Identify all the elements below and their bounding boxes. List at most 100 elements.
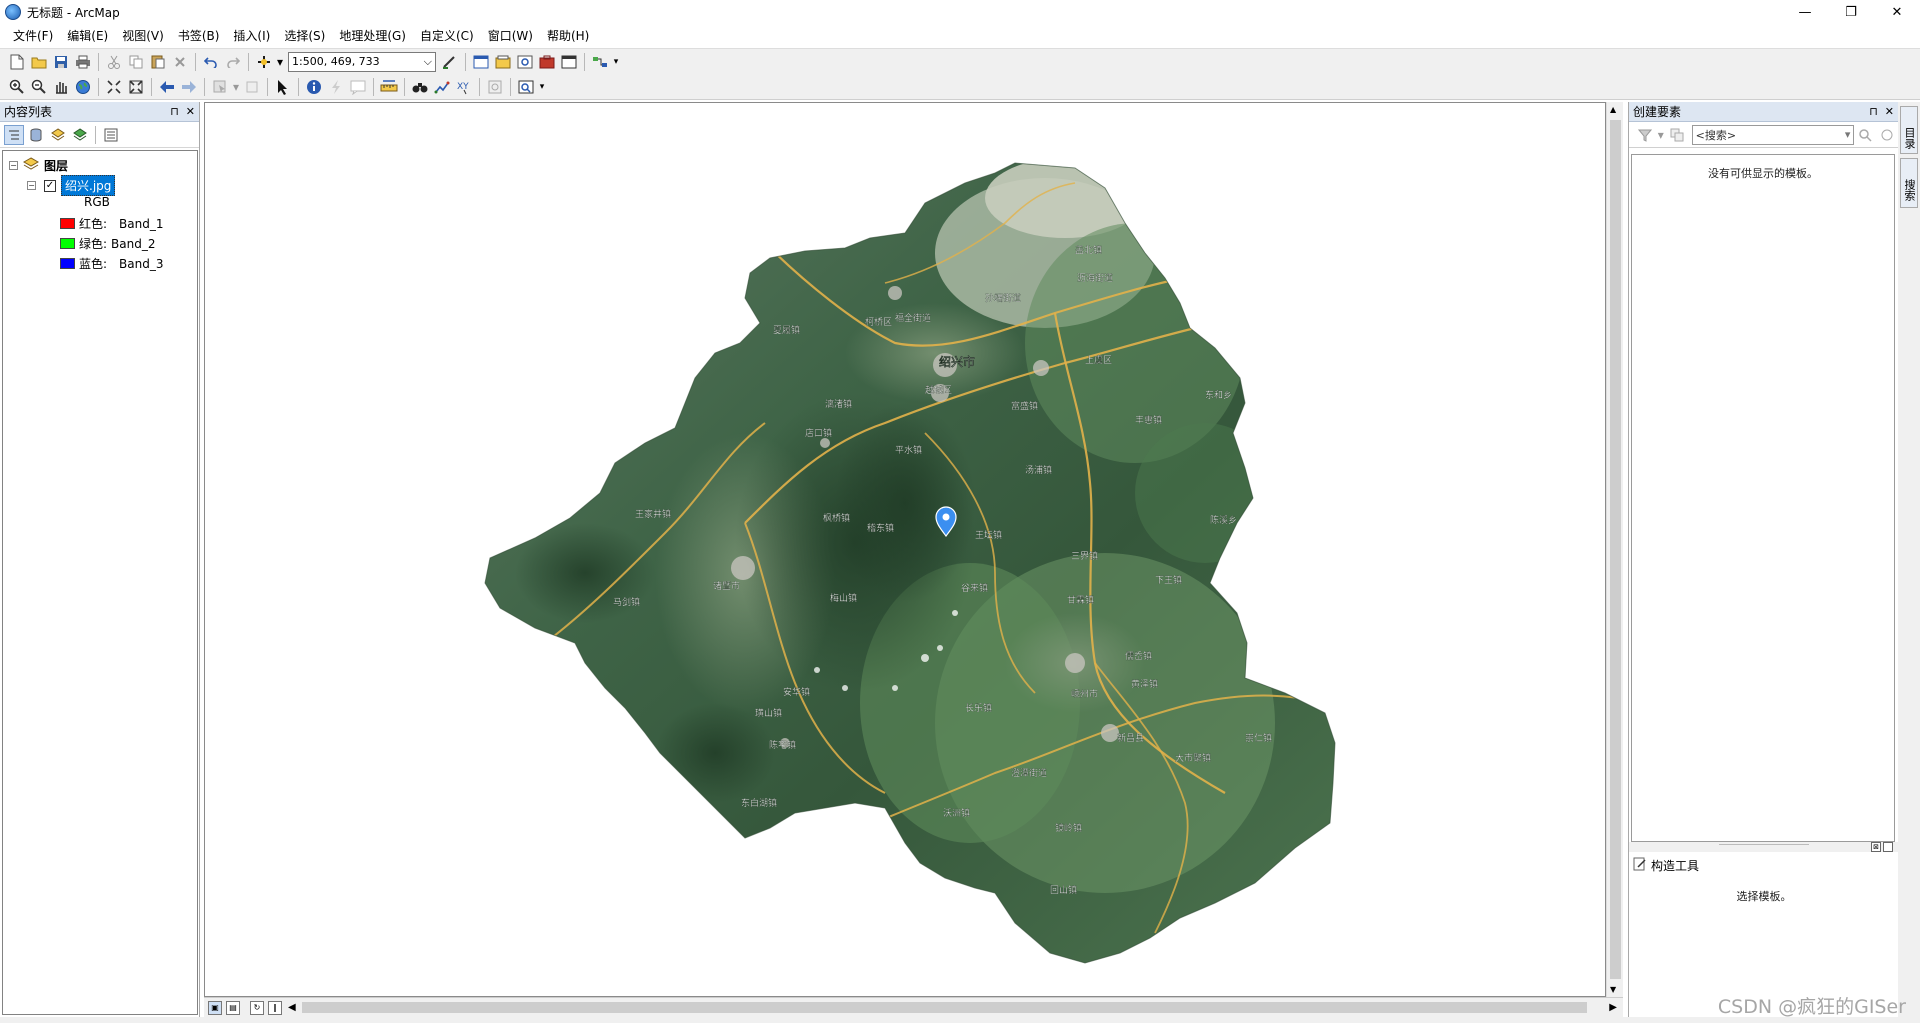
organize-templates-icon[interactable]	[1667, 125, 1687, 145]
scroll-thumb[interactable]	[1610, 120, 1621, 979]
save-icon[interactable]	[51, 52, 71, 72]
pin-icon[interactable]: ⊓	[1869, 105, 1878, 118]
maximize-button[interactable]: ❐	[1828, 0, 1874, 24]
find-binoculars-icon[interactable]	[410, 77, 430, 97]
toolbar-separator	[98, 52, 99, 71]
menu-edit[interactable]: 编辑(E)	[60, 24, 115, 48]
copy-icon[interactable]	[126, 52, 146, 72]
full-extent-globe-icon[interactable]	[73, 77, 93, 97]
hyperlink-lightning-icon[interactable]	[326, 77, 346, 97]
horizontal-scroll-thumb[interactable]	[302, 1002, 1587, 1013]
pin-icon[interactable]: ⊓	[170, 105, 179, 118]
redo-icon[interactable]	[223, 52, 243, 72]
close-button[interactable]: ✕	[1874, 0, 1920, 24]
select-features-dropdown-icon[interactable]: ▾	[232, 77, 240, 97]
undo-icon[interactable]	[201, 52, 221, 72]
chevron-down-icon: ▾	[1844, 128, 1851, 141]
find-route-icon[interactable]	[432, 77, 452, 97]
add-data-dropdown-icon[interactable]: ▾	[276, 52, 284, 72]
search-tab[interactable]: 搜索	[1900, 158, 1918, 208]
arctoolbox-icon[interactable]	[537, 52, 557, 72]
refresh-icon[interactable]: ↻	[250, 1000, 264, 1015]
modelbuilder-icon[interactable]	[590, 52, 610, 72]
layout-view-icon[interactable]: ▤	[226, 1000, 240, 1015]
menu-view[interactable]: 视图(V)	[115, 24, 171, 48]
menu-selection[interactable]: 选择(S)	[277, 24, 332, 48]
open-folder-icon[interactable]	[29, 52, 49, 72]
clear-selection-icon[interactable]	[242, 77, 262, 97]
data-view-icon[interactable]: ▣	[208, 1000, 222, 1015]
collapse-icon[interactable]: −	[27, 181, 36, 190]
close-icon[interactable]: ✕	[186, 105, 195, 118]
zoom-in-icon[interactable]	[7, 77, 27, 97]
filter-dropdown-icon[interactable]: ▾	[1657, 125, 1665, 145]
toolbar-options-icon[interactable]: ▾	[538, 77, 546, 97]
scroll-up-icon[interactable]: ▲	[1610, 105, 1616, 114]
svg-text:XY: XY	[457, 82, 469, 92]
close-icon[interactable]: ✕	[1885, 105, 1894, 118]
go-back-arrow-icon[interactable]	[157, 77, 177, 97]
editor-toolbar-icon[interactable]	[440, 52, 460, 72]
menu-file[interactable]: 文件(F)	[6, 24, 60, 48]
print-icon[interactable]	[73, 52, 93, 72]
time-slider-icon[interactable]	[485, 77, 505, 97]
menu-customize[interactable]: 自定义(C)	[413, 24, 481, 48]
menu-bookmarks[interactable]: 书签(B)	[171, 24, 227, 48]
list-by-selection-icon[interactable]	[70, 125, 90, 145]
construction-tools-icon	[1633, 857, 1647, 874]
catalog-tab[interactable]: 目录	[1900, 106, 1918, 154]
pan-hand-icon[interactable]	[51, 77, 71, 97]
paste-icon[interactable]	[148, 52, 168, 72]
map-scale-combobox[interactable]: 1:500, 469, 733 ⌵	[288, 51, 436, 72]
scroll-left-icon[interactable]: ◀	[288, 1002, 296, 1013]
layer-visibility-checkbox[interactable]: ✓	[44, 179, 56, 192]
map-display[interactable]: 绍兴市 柯桥区 越城区 上虞区 诸暨市 嵊州市 新昌县 枫桥镇 平水镇 王坛镇 …	[204, 102, 1606, 997]
panel-splitter[interactable]: ⊠	[1629, 842, 1899, 852]
fixed-zoom-in-icon[interactable]	[104, 77, 124, 97]
template-search-input[interactable]: <搜索> ▾	[1691, 124, 1855, 145]
search-icon[interactable]	[1855, 125, 1875, 145]
go-to-xy-icon[interactable]: XY	[454, 77, 474, 97]
list-by-source-icon[interactable]	[26, 125, 46, 145]
scroll-down-icon[interactable]: ▼	[1610, 985, 1616, 994]
fixed-zoom-out-icon[interactable]	[126, 77, 146, 97]
catalog-window-icon[interactable]	[493, 52, 513, 72]
no-templates-message: 没有可供显示的模板。	[1708, 167, 1818, 180]
expand-panel-icon[interactable]	[1883, 842, 1893, 852]
collapse-panel-icon[interactable]: ⊠	[1871, 842, 1881, 852]
list-by-drawing-order-icon[interactable]	[4, 124, 24, 145]
select-elements-arrow-icon[interactable]	[273, 77, 293, 97]
filter-templates-icon[interactable]	[1635, 125, 1655, 145]
viewer-window-icon[interactable]	[516, 77, 536, 97]
dataframe-label[interactable]: 图层	[44, 157, 68, 174]
python-window-icon[interactable]	[559, 52, 579, 72]
add-data-icon[interactable]	[254, 52, 274, 72]
new-document-icon[interactable]	[7, 52, 27, 72]
map-vertical-scrollbar[interactable]: ▲ ▼	[1606, 102, 1623, 997]
menu-insert[interactable]: 插入(I)	[226, 24, 277, 48]
menu-geoprocessing[interactable]: 地理处理(G)	[332, 24, 413, 48]
map-label: 沥海街道	[1077, 272, 1113, 284]
select-features-icon[interactable]	[210, 77, 230, 97]
layer-name-label[interactable]: 绍兴.jpg	[61, 175, 116, 196]
go-forward-arrow-icon[interactable]	[179, 77, 199, 97]
template-list[interactable]: 没有可供显示的模板。	[1631, 154, 1895, 842]
toolbar-options-icon[interactable]: ▾	[612, 52, 620, 72]
measure-ruler-icon[interactable]	[379, 77, 399, 97]
zoom-out-icon[interactable]	[29, 77, 49, 97]
delete-icon[interactable]	[170, 52, 190, 72]
toc-options-icon[interactable]	[101, 125, 121, 145]
minimize-button[interactable]: —	[1782, 0, 1828, 24]
menu-windows[interactable]: 窗口(W)	[481, 24, 540, 48]
identify-info-icon[interactable]	[304, 77, 324, 97]
menu-help[interactable]: 帮助(H)	[540, 24, 596, 48]
search-window-icon[interactable]	[515, 52, 535, 72]
pause-drawing-icon[interactable]: ‖	[268, 1000, 282, 1015]
collapse-icon[interactable]: −	[9, 161, 18, 170]
html-popup-icon[interactable]	[348, 77, 368, 97]
scroll-right-icon[interactable]: ▶	[1609, 1002, 1617, 1013]
toc-window-icon[interactable]	[471, 52, 491, 72]
list-by-visibility-icon[interactable]	[48, 125, 68, 145]
cut-icon[interactable]	[104, 52, 124, 72]
clear-search-icon[interactable]	[1877, 125, 1897, 145]
